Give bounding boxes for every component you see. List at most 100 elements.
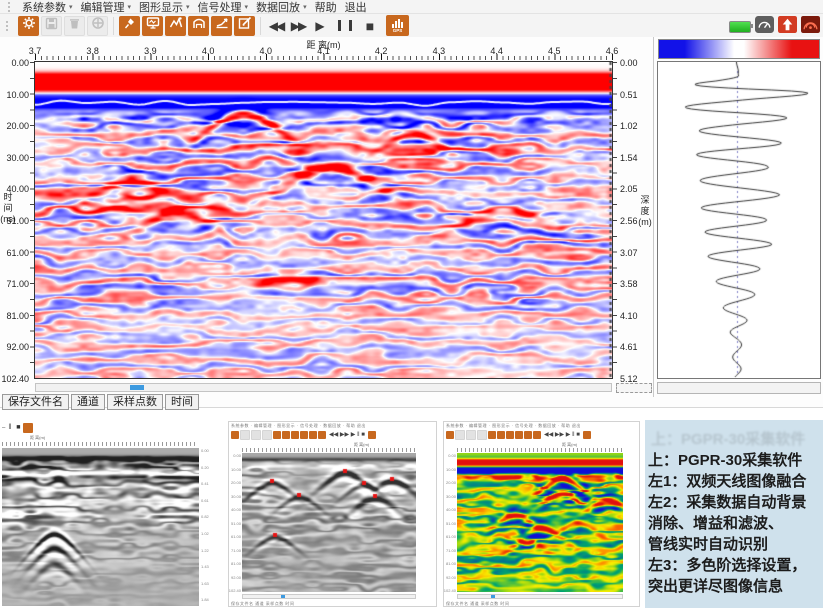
mini-depth-tick-label: 1.63 — [201, 581, 209, 586]
caption-line: 左1：双频天线图像融合 — [648, 471, 821, 492]
save-button[interactable] — [41, 16, 62, 36]
mini-scrollbar — [242, 594, 416, 599]
status-tab-采样点数[interactable]: 采样点数 — [107, 394, 163, 410]
fast-forward-button[interactable]: ▶▶ — [288, 16, 308, 36]
monitor-icon — [146, 16, 160, 35]
upload-button[interactable] — [778, 16, 797, 38]
status-bar: 保存文件名通道采样点数时间 — [2, 394, 199, 410]
play-button[interactable]: ▶ — [310, 16, 330, 36]
mini-tool-icon — [240, 430, 250, 440]
delete-button[interactable] — [64, 16, 85, 36]
menu-item-退出[interactable]: 退出 — [341, 0, 371, 15]
mini-tool-icon — [515, 431, 523, 439]
battery-indicator — [729, 21, 751, 33]
mini-time-tick-label: 71.00 — [231, 548, 241, 553]
mini-depth-tick-label: 0.61 — [201, 498, 209, 503]
waveform-panel-footer — [657, 382, 821, 394]
mini-time-tick-label: 30.00 — [446, 494, 456, 499]
mini-time-tick-label: 40.00 — [446, 507, 456, 512]
menu-item-label: 信号处理 — [198, 0, 242, 15]
time-axis-title-char: 时 — [0, 192, 16, 203]
main-radargram-canvas[interactable] — [35, 62, 612, 378]
status-tab-保存文件名[interactable]: 保存文件名 — [2, 394, 69, 410]
mini-time-tick-label: 0.00 — [448, 453, 456, 458]
menu-item-编辑管理[interactable]: 编辑管理▾ — [77, 0, 136, 15]
status-tab-通道[interactable]: 通道 — [71, 394, 105, 410]
dropdown-arrow-icon: ▾ — [128, 3, 132, 11]
depth-axis-title-char: 深 — [637, 195, 653, 206]
horizontal-scrollbar[interactable] — [35, 383, 612, 392]
status-icons — [729, 16, 820, 38]
mini-tool-icon — [477, 430, 487, 440]
jet-radargram-canvas — [457, 453, 623, 592]
connect-button[interactable] — [87, 16, 108, 36]
mini-tool-icon — [273, 431, 281, 439]
dropdown-arrow-icon: ▾ — [303, 3, 307, 11]
screenshot-auto-identify: 系统参数 · 编辑管理 · 图形显示 · 信号处理 · 数据回放 · 帮助 退出… — [228, 421, 437, 607]
main-window-body: 距 离(m) 3.73.83.94.04.04.14.24.34.44.54.6… — [0, 37, 823, 408]
color-scale-bar — [658, 39, 820, 59]
edit-mark-button[interactable] — [234, 16, 255, 36]
mini-time-labels: 0.0010.0020.0030.0040.0051.0061.0071.008… — [230, 453, 241, 592]
time-tick-label: 0.00 — [11, 58, 29, 68]
toolbar-separator — [260, 17, 261, 35]
time-tick-label: 61.00 — [6, 248, 29, 258]
x-axis-ruler-major-ticks — [35, 54, 613, 60]
mini-tool-icon — [466, 430, 476, 440]
mini-tool-icon — [300, 431, 308, 439]
menu-item-信号处理[interactable]: 信号处理▾ — [194, 0, 253, 15]
mini-time-tick-label: 20.00 — [231, 480, 241, 485]
display-settings-button[interactable] — [142, 16, 163, 36]
mini-ruler-title: 距 离(m) — [30, 435, 45, 441]
menu-item-图形显示[interactable]: 图形显示▾ — [135, 0, 194, 15]
mini-tool-icon — [251, 430, 261, 440]
mini-depth-tick-label: 1.02 — [201, 531, 209, 536]
gain-settings-button[interactable] — [165, 16, 186, 36]
pin-marker-button[interactable] — [119, 16, 140, 36]
filter-slope-button[interactable] — [211, 16, 232, 36]
settings-gear-button[interactable] — [18, 16, 39, 36]
rewind-button[interactable]: ◀◀ — [266, 16, 286, 36]
mini-tool-icon — [506, 431, 514, 439]
mini-depth-tick-label: 1.22 — [201, 548, 209, 553]
menu-item-数据回放[interactable]: 数据回放▾ — [252, 0, 311, 15]
depth-tick-label: 0.51 — [620, 90, 638, 100]
depth-axis-title: 深度(m) — [637, 195, 653, 228]
window-settings-button[interactable] — [188, 16, 209, 36]
caption-line: 左2：采集数据自动背景 — [648, 492, 821, 513]
menu-item-帮助[interactable]: 帮助 — [311, 0, 341, 15]
time-tick-label: 92.00 — [6, 342, 29, 352]
pause-button[interactable] — [338, 20, 352, 31]
time-tick-label: 30.00 — [6, 153, 29, 163]
mini-tool-icon — [291, 431, 299, 439]
menu-bar: 系统参数▾编辑管理▾图形显示▾信号处理▾数据回放▾帮助退出 — [0, 0, 823, 14]
stop-button[interactable]: ■ — [360, 16, 380, 36]
toolbar-grip — [8, 2, 13, 12]
radar-antenna-button[interactable] — [801, 16, 820, 38]
menu-item-label: 编辑管理 — [81, 0, 125, 15]
menu-item-label: 图形显示 — [139, 0, 183, 15]
mini-tool-icon — [497, 431, 505, 439]
gain-curve-icon — [169, 16, 183, 35]
pushpin-icon — [123, 17, 136, 35]
mini-toolbar: ◀◀ ▶▶ ▶ ‖ ■ — [231, 429, 376, 440]
scrollbar-thumb[interactable] — [130, 385, 144, 390]
depth-tick-label: 2.05 — [620, 184, 638, 194]
mini-status-bar: 保存文件名 通道 采样点数 时间 — [446, 601, 509, 607]
mini-tool-icon — [524, 431, 532, 439]
depth-tick-label: 2.56 — [620, 216, 638, 226]
mini-depth-tick-label: 1.84 — [201, 597, 209, 602]
gps-button[interactable]: GPS — [386, 15, 409, 36]
screenshot-dualband-fusion: – ‖ ■ 距 离(m) 0.000.200.410.610.821.021.2… — [0, 421, 219, 608]
speedometer-button[interactable] — [755, 16, 774, 38]
gps-label: GPS — [393, 28, 403, 33]
status-tab-时间[interactable]: 时间 — [165, 394, 199, 410]
mini-toolbar: – ‖ ■ — [2, 422, 33, 433]
menu-item-系统参数[interactable]: 系统参数▾ — [18, 0, 77, 15]
mini-time-tick-label: 10.00 — [231, 467, 241, 472]
mini-time-labels: 0.0010.0020.0030.0040.0051.0061.0071.008… — [445, 453, 456, 592]
mini-time-tick-label: 81.00 — [446, 561, 456, 566]
mini-depth-tick-label: 0.00 — [201, 448, 209, 453]
mini-tool-icon — [282, 431, 290, 439]
mini-gps-icon — [23, 423, 33, 433]
